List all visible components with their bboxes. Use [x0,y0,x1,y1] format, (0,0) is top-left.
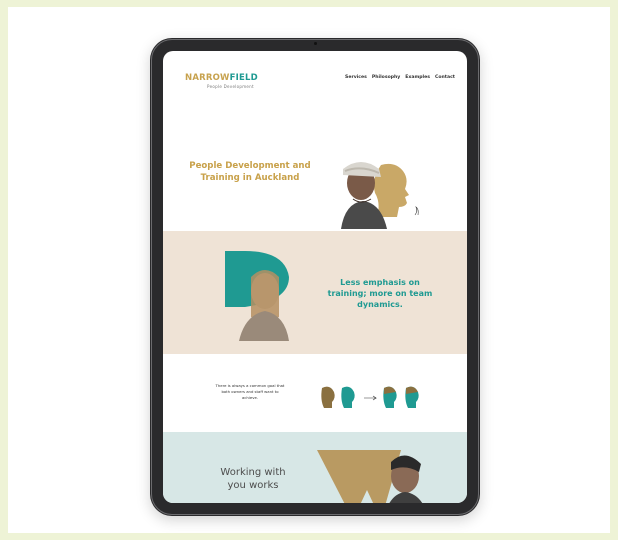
head-icon-gold [321,386,335,408]
head-icons-illustration [321,386,419,408]
nav-item-contact[interactable]: Contact [435,75,455,80]
head-icon-mixed-2 [405,386,419,408]
brand-tagline: People Development [207,84,254,89]
head-icon-mixed-1 [383,386,397,408]
camera-dot [314,42,317,45]
tablet-screen: NARROWFIELD People Development Services … [163,51,467,503]
emphasis-section: Less emphasis on training; more on team … [163,231,467,354]
logo-part-1: NARROW [185,73,230,83]
hero-portrait-image [341,162,419,229]
man-portrait-image [317,450,423,503]
working-section: Working with you works [163,432,467,503]
head-icon-teal [341,386,355,408]
nav-item-philosophy[interactable]: Philosophy [372,75,400,80]
arrow-icon [364,395,377,401]
hero-section: People Development and Training in Auckl… [163,93,467,229]
woman-portrait-image [225,251,289,341]
hero-title: People Development and Training in Auckl… [189,161,311,183]
brand-logo[interactable]: NARROWFIELD [185,73,258,83]
common-goal-section: There is always a common goal that both … [163,354,467,432]
nav-item-examples[interactable]: Examples [405,75,430,80]
nav-item-services[interactable]: Services [345,75,367,80]
common-goal-text: There is always a common goal that both … [215,383,285,400]
main-menu: Services Philosophy Examples Contact [345,75,455,80]
emphasis-headline: Less emphasis on training; more on team … [327,278,433,309]
site-header: NARROWFIELD People Development Services … [163,51,467,91]
working-headline: Working with you works [220,467,286,491]
tablet-device: NARROWFIELD People Development Services … [150,38,480,516]
logo-part-2: FIELD [229,73,258,83]
